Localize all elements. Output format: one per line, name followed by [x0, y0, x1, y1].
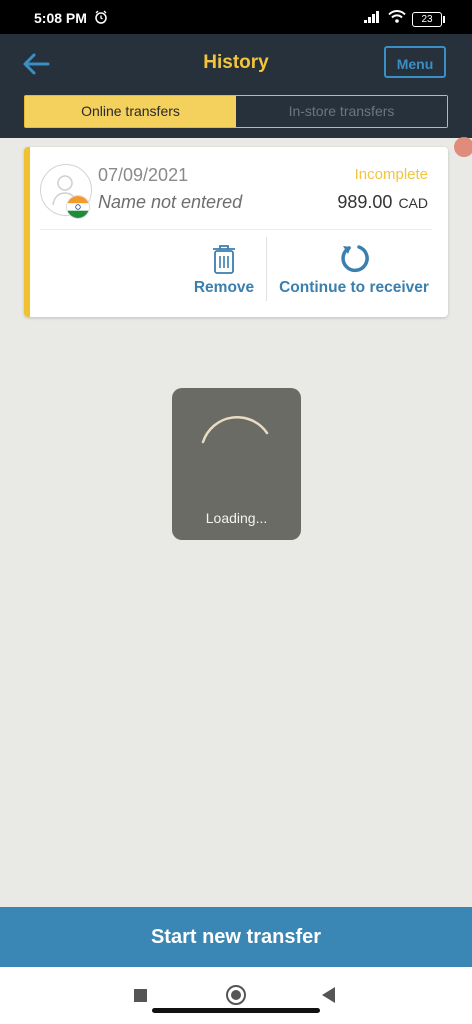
battery-icon: 23 [412, 11, 445, 27]
home-icon[interactable] [226, 985, 246, 1005]
card-accent-bar [24, 147, 30, 317]
signal-icon [364, 10, 382, 28]
loading-dialog: Loading... [172, 388, 301, 540]
menu-button[interactable]: Menu [384, 46, 446, 78]
india-flag-icon [66, 195, 90, 219]
gesture-bar [152, 1008, 320, 1013]
status-icons: 23 [364, 10, 445, 28]
remove-button[interactable]: Remove [188, 243, 260, 297]
card-divider [40, 229, 432, 230]
nav-back-icon[interactable] [322, 987, 335, 1003]
wifi-icon [388, 10, 406, 28]
action-divider [266, 237, 267, 301]
transfer-date: 07/09/2021 [98, 165, 189, 185]
transfer-card[interactable]: 07/09/2021 Name not entered Incomplete 9… [24, 147, 448, 317]
tab-online-transfers[interactable]: Online transfers [25, 96, 236, 127]
edge-indicator [454, 137, 472, 157]
refresh-icon [341, 245, 369, 273]
status-badge: Incomplete [354, 166, 428, 183]
status-time: 5:08 PM [34, 10, 87, 26]
continue-to-receiver-button[interactable]: Continue to receiver [274, 243, 434, 297]
trash-icon [213, 245, 235, 274]
remove-label: Remove [193, 279, 255, 296]
spinner-icon [201, 416, 269, 444]
transfer-amount: 989.00 CAD [337, 192, 428, 213]
start-new-transfer-button[interactable]: Start new transfer [0, 907, 472, 967]
continue-label: Continue to receiver [279, 279, 429, 296]
receiver-name: Name not entered [98, 192, 243, 212]
alarm-icon [94, 10, 108, 29]
recent-apps-icon[interactable] [134, 989, 147, 1002]
status-bar: 5:08 PM 23 [0, 0, 472, 34]
tab-in-store-transfers[interactable]: In-store transfers [236, 96, 447, 127]
amount-value: 989.00 [337, 192, 393, 212]
amount-currency: CAD [398, 195, 428, 211]
loading-text: Loading... [205, 510, 268, 526]
transfer-tabs: Online transfers In-store transfers [24, 95, 448, 128]
